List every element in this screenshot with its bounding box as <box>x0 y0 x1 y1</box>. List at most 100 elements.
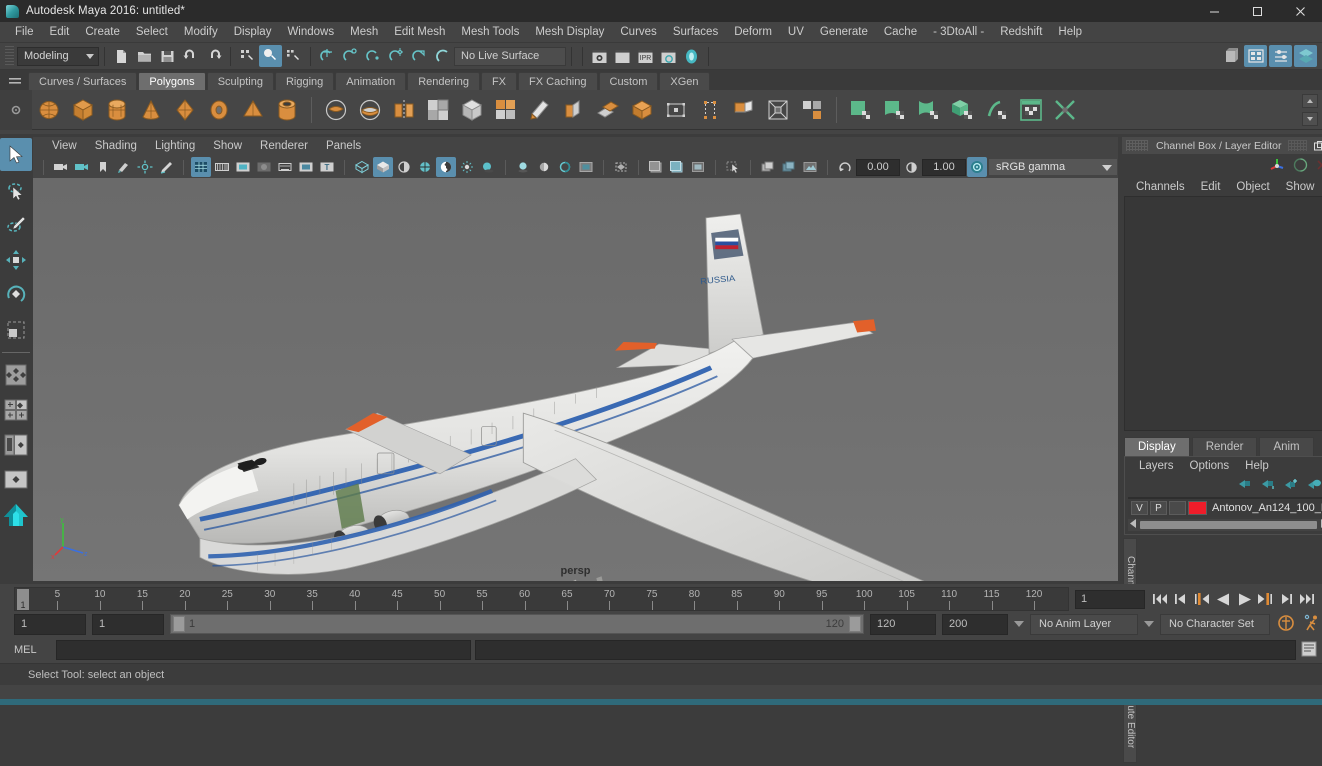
layer-type-toggle[interactable] <box>1169 501 1186 515</box>
last-tool-used[interactable] <box>0 358 32 391</box>
menu-set-selector[interactable]: Modeling <box>17 46 99 66</box>
grid-icon[interactable] <box>191 157 211 177</box>
exposure-value-field[interactable]: 0.00 <box>856 158 900 176</box>
select-objects-in-layer-icon[interactable] <box>1306 477 1322 493</box>
go-to-end-icon[interactable] <box>1298 589 1316 609</box>
chevron-down-icon[interactable] <box>1144 621 1154 627</box>
channel-box-content[interactable] <box>1124 196 1322 431</box>
menu-deform[interactable]: Deform <box>726 22 780 43</box>
menu-edit-mesh[interactable]: Edit Mesh <box>386 22 453 43</box>
color-management-icon[interactable] <box>967 157 987 177</box>
toolbar-grip[interactable] <box>5 45 14 67</box>
poly-connect-icon[interactable] <box>763 95 793 125</box>
menu-redshift[interactable]: Redshift <box>992 22 1050 43</box>
select-by-hierarchy-icon[interactable] <box>236 45 259 67</box>
poly-plane-uv-icon[interactable] <box>846 95 876 125</box>
range-end-field[interactable]: 120 <box>870 613 936 635</box>
exposure-icon[interactable] <box>688 157 708 177</box>
step-back-keyframe-icon[interactable] <box>1172 589 1190 609</box>
poly-boolean-difference-icon[interactable] <box>355 95 385 125</box>
poly-fill-hole-icon[interactable] <box>695 95 725 125</box>
rotate-tool[interactable] <box>0 278 32 311</box>
shelf-tab-rigging[interactable]: Rigging <box>274 72 335 90</box>
time-slider[interactable]: 1 5 10 15 20 25 30 35 40 45 50 55 60 65 70 75 80 85 90 95 1… <box>14 587 1069 611</box>
motion-blur-icon[interactable] <box>534 157 554 177</box>
channelbox-menu-edit[interactable]: Edit <box>1193 181 1229 193</box>
poly-cone-icon[interactable] <box>136 95 166 125</box>
poly-sphere-icon[interactable] <box>34 95 64 125</box>
render-settings-icon[interactable] <box>657 45 680 67</box>
exposure-reset-icon[interactable] <box>835 157 855 177</box>
poly-pipe-icon[interactable] <box>272 95 302 125</box>
multisample-icon[interactable] <box>555 157 575 177</box>
textured-icon[interactable] <box>436 157 456 177</box>
menu-3dtoall[interactable]: - 3DtoAll - <box>925 22 992 43</box>
layer-tab-display[interactable]: Display <box>1124 437 1190 456</box>
shadows-icon[interactable] <box>478 157 498 177</box>
live-surface-field[interactable]: No Live Surface <box>454 46 566 66</box>
poly-sphere-uv-icon[interactable] <box>914 95 944 125</box>
options-menu[interactable]: Options <box>1182 460 1238 472</box>
character-set-selector[interactable]: No Character Set <box>1160 613 1270 635</box>
snap-to-point-icon[interactable] <box>362 45 385 67</box>
auto-keyframe-icon[interactable] <box>1276 613 1296 636</box>
minimize-icon[interactable] <box>1193 0 1236 22</box>
isolate-select-icon[interactable] <box>576 157 596 177</box>
show-hide-modeling-toolkit-icon[interactable] <box>1219 45 1242 67</box>
render-current-frame-icon[interactable] <box>588 45 611 67</box>
menu-windows[interactable]: Windows <box>279 22 342 43</box>
snap-to-curve-icon[interactable] <box>339 45 362 67</box>
poly-quad-draw-icon[interactable] <box>525 95 555 125</box>
viewport-select-icon[interactable] <box>723 157 743 177</box>
new-layer-from-selected-icon[interactable] <box>1260 477 1276 493</box>
anim-layer-selector[interactable]: No Anim Layer <box>1030 613 1138 635</box>
film-gate-icon[interactable] <box>212 157 232 177</box>
poly-uv-editor-icon[interactable] <box>1016 95 1046 125</box>
range-slider[interactable]: 1 120 <box>170 614 864 634</box>
channelbox-menu-object[interactable]: Object <box>1228 181 1277 193</box>
maximize-icon[interactable] <box>1236 0 1279 22</box>
channelbox-red-icon[interactable] <box>1315 158 1322 175</box>
step-forward-frame-icon[interactable] <box>1256 589 1274 609</box>
poly-automatic-uv-icon[interactable] <box>948 95 978 125</box>
undock-icon[interactable] <box>1313 139 1322 152</box>
show-tool-settings-icon[interactable] <box>1269 45 1292 67</box>
poly-target-weld-icon[interactable] <box>729 95 759 125</box>
title-safe-icon[interactable]: T <box>317 157 337 177</box>
scale-tool[interactable] <box>0 313 32 346</box>
viewport-panel-copy-icon[interactable] <box>758 157 778 177</box>
poly-append-icon[interactable] <box>661 95 691 125</box>
shelf-tab-polygons[interactable]: Polygons <box>138 72 206 90</box>
select-by-component-icon[interactable] <box>282 45 305 67</box>
move-tool[interactable] <box>0 243 32 276</box>
scroll-left-icon[interactable] <box>1130 519 1137 531</box>
select-by-object-icon[interactable] <box>259 45 282 67</box>
panel-drag-handle-right[interactable] <box>1287 140 1307 151</box>
bookmark-icon[interactable] <box>93 157 113 177</box>
shelf-tab-fx-caching[interactable]: FX Caching <box>518 72 598 90</box>
go-to-start-icon[interactable] <box>1151 589 1169 609</box>
viewport-menu-lighting[interactable]: Lighting <box>146 137 204 156</box>
xray-icon[interactable] <box>611 157 631 177</box>
menu-mesh[interactable]: Mesh <box>342 22 386 43</box>
shelf-menu-icon[interactable] <box>6 72 24 90</box>
viewport-menu-view[interactable]: View <box>43 137 86 156</box>
channelbox-manip-icon[interactable] <box>1269 157 1286 176</box>
menu-curves[interactable]: Curves <box>612 22 664 43</box>
menu-generate[interactable]: Generate <box>812 22 876 43</box>
layer-visibility-toggle[interactable]: V <box>1131 501 1148 515</box>
layer-list-scrollbar[interactable] <box>1128 519 1322 531</box>
shelf-tab-fx[interactable]: FX <box>480 72 518 90</box>
open-scene-icon[interactable] <box>133 45 156 67</box>
layers-menu[interactable]: Layers <box>1131 460 1182 472</box>
snap-to-view-plane-icon[interactable] <box>408 45 431 67</box>
wireframe-icon[interactable] <box>352 157 372 177</box>
use-all-lights-icon[interactable] <box>457 157 477 177</box>
menu-cache[interactable]: Cache <box>876 22 925 43</box>
script-editor-icon[interactable] <box>1300 640 1318 661</box>
shelf-tab-sculpting[interactable]: Sculpting <box>206 72 274 90</box>
play-backwards-icon[interactable] <box>1214 589 1232 609</box>
command-language-label[interactable]: MEL <box>14 644 52 656</box>
step-forward-keyframe-icon[interactable] <box>1277 589 1295 609</box>
make-live-icon[interactable] <box>431 45 454 67</box>
